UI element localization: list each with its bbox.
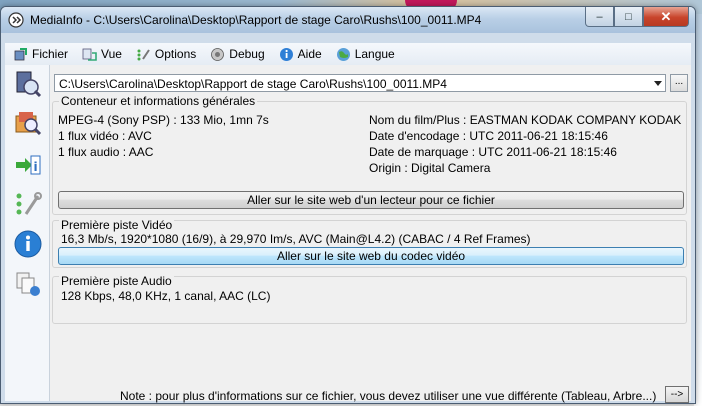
title-bar[interactable]: MediaInfo - C:\Users\Carolina\Desktop\Ra… [1,7,695,33]
sidebar-toolbar: i [5,65,50,401]
tagged-date-line: Date de marquage : UTC 2011-06-21 18:15:… [369,145,617,159]
origin-line: Origin : Digital Camera [369,161,491,175]
audio-track-group: Première piste Audio 128 Kbps, 48,0 KHz,… [52,274,687,324]
options-icon [136,47,151,62]
video-track-group: Première piste Vidéo 16,3 Mb/s, 1920*108… [52,218,687,268]
browse-button[interactable]: ... [670,74,688,92]
export-info-icon[interactable]: i [13,149,43,179]
about-info-icon[interactable] [13,229,43,259]
menu-aide[interactable]: Aide [271,44,328,64]
main-content: C:\Users\Carolina\Desktop\Rapport de sta… [50,65,691,403]
svg-text:i: i [34,160,38,174]
close-button[interactable]: ✕ [643,7,689,27]
minimize-button[interactable]: – [585,7,614,27]
footer-note: Note : pour plus d'informations sur ce f… [120,389,657,403]
menu-options[interactable]: Options [128,44,202,64]
window-controls: – □ ✕ [585,7,689,27]
encoded-date-line: Date d'encodage : UTC 2011-06-21 18:15:4… [369,129,608,143]
menu-fichier-label: Fichier [32,47,69,61]
general-format-line: MPEG-4 (Sony PSP) : 133 Mio, 1mn 7s [58,113,269,127]
mediainfo-window: MediaInfo - C:\Users\Carolina\Desktop\Ra… [0,6,696,404]
open-media-icon[interactable] [13,69,43,99]
audio-track-title: Première piste Audio [59,274,174,288]
next-view-button[interactable]: --> [665,386,689,403]
file-open-icon [13,47,28,62]
menu-aide-label: Aide [297,47,322,61]
language-globe-icon [336,47,351,62]
help-icon [279,47,294,62]
copy-pages-icon[interactable] [13,269,43,299]
menu-debug-label: Debug [229,47,265,61]
open-folder-icon[interactable] [13,107,43,137]
general-video-streams: 1 flux vidéo : AVC [58,129,152,143]
menu-debug[interactable]: Debug [202,44,270,64]
movie-name-line: Nom du film/Plus : EASTMAN KODAK COMPANY… [369,113,682,127]
player-website-button[interactable]: Aller sur le site web d'un lecteur pour … [58,191,684,209]
preferences-tools-icon[interactable] [13,189,43,219]
file-path-combobox[interactable]: C:\Users\Carolina\Desktop\Rapport de sta… [54,74,666,92]
menu-vue[interactable]: Vue [74,44,128,64]
debug-icon [210,47,225,62]
menu-fichier[interactable]: Fichier [5,44,74,64]
view-icon [82,47,97,62]
general-info-group: Conteneur et informations générales MPEG… [52,94,687,215]
audio-track-details: 128 Kbps, 48,0 KHz, 1 canal, AAC (LC) [61,289,271,303]
chevron-down-icon[interactable] [654,81,662,86]
mediainfo-app-icon [8,12,24,28]
window-title: MediaInfo - C:\Users\Carolina\Desktop\Ra… [30,13,482,27]
video-track-details: 16,3 Mb/s, 1920*1080 (16/9), à 29,970 Im… [61,232,531,246]
maximize-button[interactable]: □ [614,7,643,27]
file-path-value: C:\Users\Carolina\Desktop\Rapport de sta… [59,77,447,91]
general-audio-streams: 1 flux audio : AAC [58,145,154,159]
menu-langue[interactable]: Langue [328,44,401,64]
video-track-title: Première piste Vidéo [59,218,175,232]
menu-langue-label: Langue [354,47,395,61]
menu-vue-label: Vue [101,47,122,61]
menu-options-label: Options [154,47,197,61]
menu-bar: Fichier Vue Options Debug Aide Langue [5,43,691,65]
general-info-title: Conteneur et informations générales [59,94,258,108]
codec-website-button[interactable]: Aller sur le site web du codec vidéo [58,247,684,265]
